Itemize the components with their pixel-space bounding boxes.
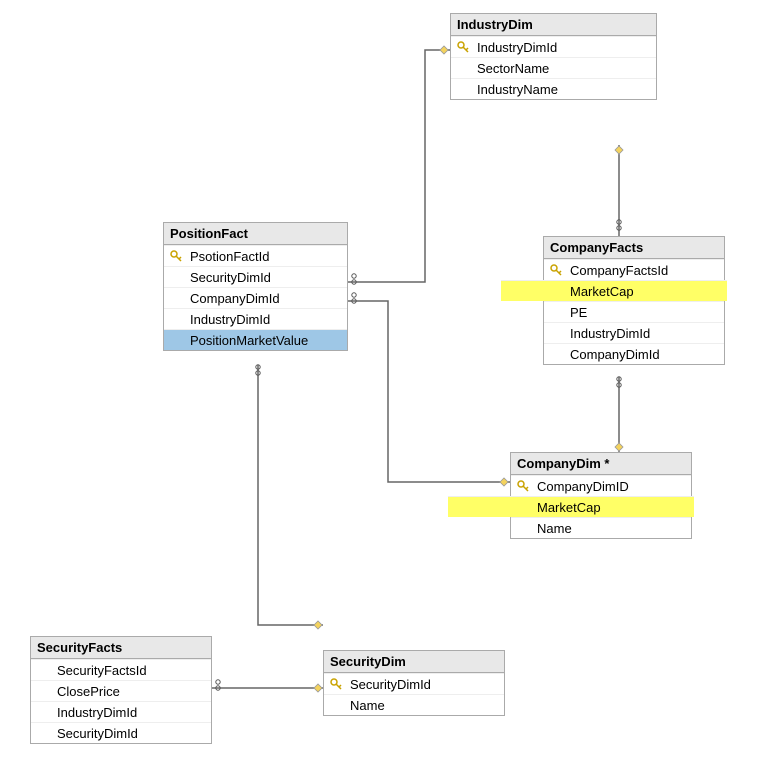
- column-name: CompanyDimID: [537, 479, 687, 494]
- column-icon: [168, 311, 184, 327]
- primary-key-icon: [548, 262, 564, 278]
- table-securityfacts[interactable]: SecurityFacts SecurityFactsId ClosePrice…: [30, 636, 212, 744]
- table-title: IndustryDim: [451, 14, 656, 36]
- table-row[interactable]: IndustryDimId: [164, 308, 347, 329]
- table-title: CompanyFacts: [544, 237, 724, 259]
- column-name: IndustryDimId: [57, 705, 207, 720]
- table-securitydim[interactable]: SecurityDim SecurityDimId Name: [323, 650, 505, 716]
- table-row[interactable]: CompanyFactsId: [544, 259, 724, 280]
- table-row-highlighted[interactable]: MarketCap: [501, 280, 727, 301]
- table-title: PositionFact: [164, 223, 347, 245]
- column-name: SecurityDimId: [350, 677, 500, 692]
- column-name: PositionMarketValue: [190, 333, 343, 348]
- column-name: SecurityDimId: [190, 270, 343, 285]
- column-name: SecurityFactsId: [57, 663, 207, 678]
- column-name: PsotionFactId: [190, 249, 343, 264]
- column-icon: [328, 697, 344, 713]
- column-icon: [548, 304, 564, 320]
- table-row[interactable]: ClosePrice: [31, 680, 211, 701]
- column-icon: [168, 332, 184, 348]
- table-title: CompanyDim *: [511, 453, 691, 475]
- column-icon: [35, 683, 51, 699]
- table-row[interactable]: SecurityFactsId: [31, 659, 211, 680]
- table-row[interactable]: CompanyDimID: [511, 475, 691, 496]
- column-name: CompanyFactsId: [570, 263, 720, 278]
- column-icon: [35, 704, 51, 720]
- column-name: Name: [537, 521, 687, 536]
- column-icon: [455, 60, 471, 76]
- column-icon: [455, 81, 471, 97]
- table-row[interactable]: PE: [544, 301, 724, 322]
- table-companyfacts[interactable]: CompanyFacts CompanyFactsId MarketCap PE…: [543, 236, 725, 365]
- column-icon: [515, 499, 531, 515]
- column-name: PE: [570, 305, 720, 320]
- column-icon: [35, 662, 51, 678]
- table-row[interactable]: IndustryDimId: [451, 36, 656, 57]
- column-icon: [548, 283, 564, 299]
- column-name: IndustryName: [477, 82, 652, 97]
- column-name: IndustryDimId: [477, 40, 652, 55]
- primary-key-icon: [328, 676, 344, 692]
- column-name: IndustryDimId: [190, 312, 343, 327]
- primary-key-icon: [515, 478, 531, 494]
- primary-key-icon: [168, 248, 184, 264]
- table-row[interactable]: IndustryName: [451, 78, 656, 99]
- table-row[interactable]: CompanyDimId: [164, 287, 347, 308]
- column-name: Name: [350, 698, 500, 713]
- table-row[interactable]: SecurityDimId: [324, 673, 504, 694]
- table-row[interactable]: SectorName: [451, 57, 656, 78]
- column-icon: [168, 269, 184, 285]
- table-row[interactable]: SecurityDimId: [31, 722, 211, 743]
- column-name: MarketCap: [537, 500, 687, 515]
- table-title: SecurityFacts: [31, 637, 211, 659]
- primary-key-icon: [455, 39, 471, 55]
- table-companydim[interactable]: CompanyDim * CompanyDimID MarketCap Name: [510, 452, 692, 539]
- column-name: IndustryDimId: [570, 326, 720, 341]
- column-name: CompanyDimId: [190, 291, 343, 306]
- table-row[interactable]: CompanyDimId: [544, 343, 724, 364]
- column-icon: [548, 346, 564, 362]
- table-title: SecurityDim: [324, 651, 504, 673]
- column-name: CompanyDimId: [570, 347, 720, 362]
- column-icon: [35, 725, 51, 741]
- column-name: SectorName: [477, 61, 652, 76]
- column-icon: [515, 520, 531, 536]
- table-row[interactable]: Name: [511, 517, 691, 538]
- table-row-highlighted[interactable]: MarketCap: [448, 496, 694, 517]
- column-name: MarketCap: [570, 284, 720, 299]
- column-name: ClosePrice: [57, 684, 207, 699]
- table-row-highlighted[interactable]: PositionMarketValue: [164, 329, 347, 350]
- column-icon: [548, 325, 564, 341]
- table-positionfact[interactable]: PositionFact PsotionFactId SecurityDimId…: [163, 222, 348, 351]
- table-row[interactable]: IndustryDimId: [31, 701, 211, 722]
- column-name: SecurityDimId: [57, 726, 207, 741]
- column-icon: [168, 290, 184, 306]
- table-row[interactable]: SecurityDimId: [164, 266, 347, 287]
- table-row[interactable]: Name: [324, 694, 504, 715]
- table-industrydim[interactable]: IndustryDim IndustryDimId SectorName Ind…: [450, 13, 657, 100]
- table-row[interactable]: IndustryDimId: [544, 322, 724, 343]
- table-row[interactable]: PsotionFactId: [164, 245, 347, 266]
